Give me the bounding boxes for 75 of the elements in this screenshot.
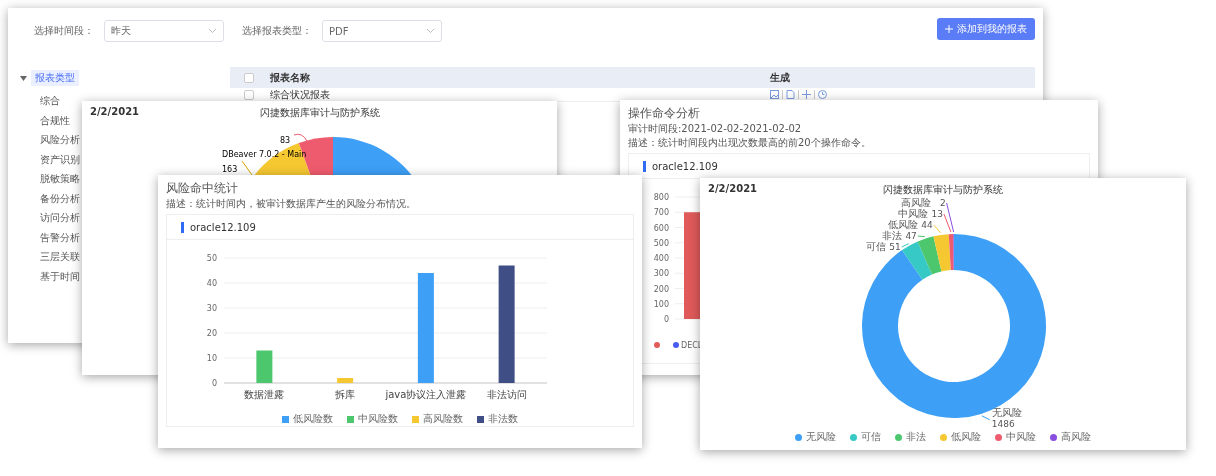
column-header: 报表名称	[270, 70, 311, 85]
data-label: 1486	[991, 418, 1015, 429]
tree-item[interactable]: 告警分析	[40, 227, 80, 247]
axis-label: 100	[653, 299, 669, 309]
description-text: 描述：统计时间段内出现次数最高的前20个操作命令。	[628, 137, 872, 149]
data-label: DBeaver 7.0.2 - Main	[222, 150, 307, 159]
legend-label: 无风险	[806, 430, 836, 444]
data-label: 163	[222, 165, 238, 174]
column-header: 生成	[770, 70, 790, 85]
axis-label: 20	[206, 329, 217, 338]
audit-time-text: 审计时间段:2021-02-02-2021-02-02	[628, 123, 803, 135]
select-field[interactable]: PDF	[322, 20, 442, 42]
legend-label: 低风险数	[293, 412, 333, 426]
tree-item[interactable]: 报表类型	[31, 70, 79, 86]
data-label: 83	[280, 136, 291, 145]
legend-label: DECL	[681, 341, 703, 350]
tree-item[interactable]: 合规性	[40, 110, 80, 130]
axis-label: 600	[653, 223, 669, 233]
chart-title: 闪捷数据库审计与防护系统	[259, 106, 380, 120]
database-label: oracle12.109	[190, 221, 256, 233]
description-text: 描述：统计时间内，被审计数据库产生的风险分布情况。	[166, 198, 417, 210]
axis-label: 40	[206, 279, 217, 288]
tree-item[interactable]: 综合	[40, 91, 80, 111]
tree-item[interactable]: 资产识别	[40, 149, 80, 169]
legend-label: 低风险	[951, 430, 981, 444]
data-label: 高风险	[900, 198, 931, 208]
data-label: 13	[931, 209, 943, 219]
tree-item[interactable]: 三层关联	[40, 247, 80, 267]
data-label: 47	[905, 231, 917, 241]
data-label: 可信	[865, 241, 886, 252]
legend-label: 高风险	[1061, 430, 1091, 444]
axis-label: 30	[206, 304, 217, 313]
axis-label: 500	[653, 238, 669, 248]
axis-label: 非法访问	[486, 389, 527, 400]
filter-label: 选择报表类型：	[242, 24, 312, 38]
tree-item[interactable]: 基于时间	[40, 266, 80, 286]
date-label: 2/2/2021	[90, 106, 140, 119]
data-label: 51	[889, 242, 901, 252]
legend-label: 非法数	[488, 412, 518, 426]
axis-label: java协议注入泄露	[385, 389, 467, 400]
database-label: oracle12.109	[652, 160, 718, 172]
filter-label: 选择时间段：	[34, 24, 94, 38]
axis-label: 0	[663, 315, 669, 324]
axis-label: 400	[653, 254, 669, 263]
axis-label: 200	[653, 284, 669, 294]
legend-label: 中风险数	[358, 412, 398, 426]
data-label: 无风险	[991, 406, 1022, 418]
legend-label: 可信	[861, 430, 881, 444]
data-label: 2	[939, 198, 946, 208]
axis-label: 50	[206, 254, 217, 263]
select-field[interactable]: 昨天	[104, 20, 224, 42]
add-report-button[interactable]: 添加到我的报表	[937, 18, 1035, 40]
axis-label: 300	[653, 269, 669, 279]
legend-label: 非法	[906, 430, 926, 444]
chart-title: 闪捷数据库审计与防护系统	[883, 183, 1003, 197]
axis-label: 800	[653, 193, 669, 202]
data-label: 低风险	[887, 219, 918, 230]
legend-label: 高风险数	[423, 412, 463, 426]
tree-item[interactable]: 访问分析	[40, 208, 80, 228]
axis-label: 数据泄露	[244, 389, 285, 400]
data-label: 非法	[881, 230, 902, 241]
tree-item[interactable]: 风险分析	[40, 130, 80, 150]
table-cell-text: 综合状况报表	[270, 87, 331, 102]
tree-item[interactable]: 备份分析	[40, 188, 80, 208]
legend-label: 中风险	[1006, 430, 1036, 444]
axis-label: 0	[211, 379, 217, 388]
axis-label: 700	[653, 208, 669, 218]
tree-item[interactable]: 脱敏策略	[40, 169, 80, 189]
axis-label: 拆库	[335, 389, 356, 400]
data-label: 44	[921, 220, 933, 230]
date-label: 2/2/2021	[708, 183, 758, 196]
axis-label: 10	[206, 354, 217, 363]
window-title: 风险命中统计	[166, 181, 239, 196]
window-title: 操作命令分析	[628, 106, 701, 121]
data-label: 中风险	[897, 208, 928, 219]
